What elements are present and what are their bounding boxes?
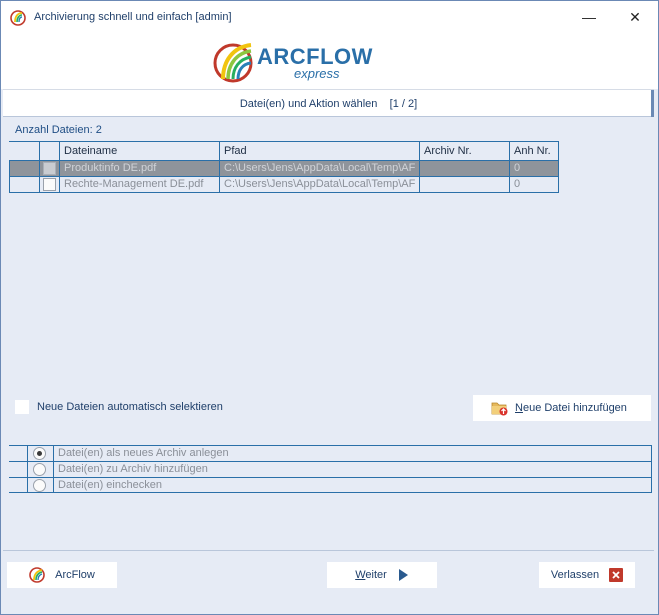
minimize-icon: — <box>582 9 596 25</box>
cell-archive-nr <box>419 161 509 176</box>
window-title: Archivierung schnell und einfach [admin] <box>34 11 232 23</box>
arcflow-icon <box>29 567 45 583</box>
auto-select-checkbox[interactable] <box>15 400 29 414</box>
row-indicator-cell <box>9 161 39 176</box>
action-label-check-in: Datei(en) einchecken <box>58 479 162 491</box>
table-row[interactable]: Produktinfo DE.pdf C:\Users\Jens\AppData… <box>9 161 559 177</box>
cell-filename: Produktinfo DE.pdf <box>59 161 219 176</box>
add-file-button[interactable]: Neue Datei hinzufügen <box>473 395 651 421</box>
header-check-cell <box>39 142 59 160</box>
logo-subtitle: express <box>294 66 340 81</box>
close-icon: ✕ <box>629 8 641 25</box>
minimize-button[interactable]: — <box>566 1 612 33</box>
footer-divider <box>3 550 654 551</box>
next-button-label: Weiter <box>355 569 387 581</box>
cell-archive-nr <box>419 177 509 192</box>
step-accent-bar <box>651 90 654 117</box>
action-options: Datei(en) als neues Archiv anlegen Datei… <box>9 445 652 493</box>
radio-add-to-archive[interactable] <box>33 463 46 476</box>
row-checkbox[interactable] <box>43 162 56 175</box>
auto-select-label: Neue Dateien automatisch selektieren <box>37 401 223 413</box>
step-title: Datei(en) und Aktion wählen [1 / 2] <box>239 98 418 110</box>
arrow-right-icon <box>398 569 408 581</box>
action-row-new-archive[interactable]: Datei(en) als neues Archiv anlegen <box>9 445 652 461</box>
file-count-label: Anzahl Dateien: 2 <box>15 124 102 136</box>
auto-select-option[interactable]: Neue Dateien automatisch selektieren <box>15 400 223 414</box>
action-row-check-in[interactable]: Datei(en) einchecken <box>9 477 652 493</box>
radio-check-in[interactable] <box>33 479 46 492</box>
arcflow-button-label: ArcFlow <box>55 569 95 581</box>
main-content: Anzahl Dateien: 2 Dateiname Pfad Archiv … <box>3 117 654 551</box>
header-indicator-cell <box>9 142 39 160</box>
app-window: Archivierung schnell und einfach [admin]… <box>0 0 659 615</box>
cell-attachment-nr: 0 <box>509 177 559 192</box>
column-header-archive-nr[interactable]: Archiv Nr. <box>419 142 509 160</box>
title-bar: Archivierung schnell und einfach [admin]… <box>1 1 658 33</box>
close-window-button[interactable]: ✕ <box>612 1 658 33</box>
exit-button-label: Verlassen <box>550 569 600 581</box>
row-check-cell <box>39 177 59 192</box>
row-check-cell <box>39 161 59 176</box>
file-table: Dateiname Pfad Archiv Nr. Anh Nr. Produk… <box>9 141 559 193</box>
action-label-add-to-archive: Datei(en) zu Archiv hinzufügen <box>58 463 208 475</box>
table-row[interactable]: Rechte-Management DE.pdf C:\Users\Jens\A… <box>9 177 559 193</box>
close-red-icon <box>609 568 624 582</box>
folder-add-icon <box>491 402 508 416</box>
action-row-add-to-archive[interactable]: Datei(en) zu Archiv hinzufügen <box>9 461 652 477</box>
column-header-attachment-nr[interactable]: Anh Nr. <box>509 142 559 160</box>
cell-attachment-nr: 0 <box>509 161 559 176</box>
action-label-new-archive: Datei(en) als neues Archiv anlegen <box>58 447 229 459</box>
arcflow-app-icon[interactable] <box>10 10 26 26</box>
table-header: Dateiname Pfad Archiv Nr. Anh Nr. <box>9 141 559 161</box>
arcflow-button[interactable]: ArcFlow <box>7 562 117 588</box>
next-button[interactable]: Weiter <box>327 562 437 588</box>
cell-filename: Rechte-Management DE.pdf <box>59 177 219 192</box>
cell-path: C:\Users\Jens\AppData\Local\Temp\AF <box>219 177 419 192</box>
row-indicator-cell <box>9 177 39 192</box>
step-header: Datei(en) und Aktion wählen [1 / 2] <box>3 89 654 117</box>
radio-new-archive[interactable] <box>33 447 46 460</box>
arcflow-logo-icon <box>213 43 253 83</box>
column-header-filename[interactable]: Dateiname <box>59 142 219 160</box>
cell-path: C:\Users\Jens\AppData\Local\Temp\AF <box>219 161 419 176</box>
column-header-path[interactable]: Pfad <box>219 142 419 160</box>
logo-banner: ARCFLOW express <box>1 33 658 89</box>
row-checkbox[interactable] <box>43 178 56 191</box>
add-file-label: Neue Datei hinzufügen <box>515 402 627 414</box>
exit-button[interactable]: Verlassen <box>539 562 635 588</box>
